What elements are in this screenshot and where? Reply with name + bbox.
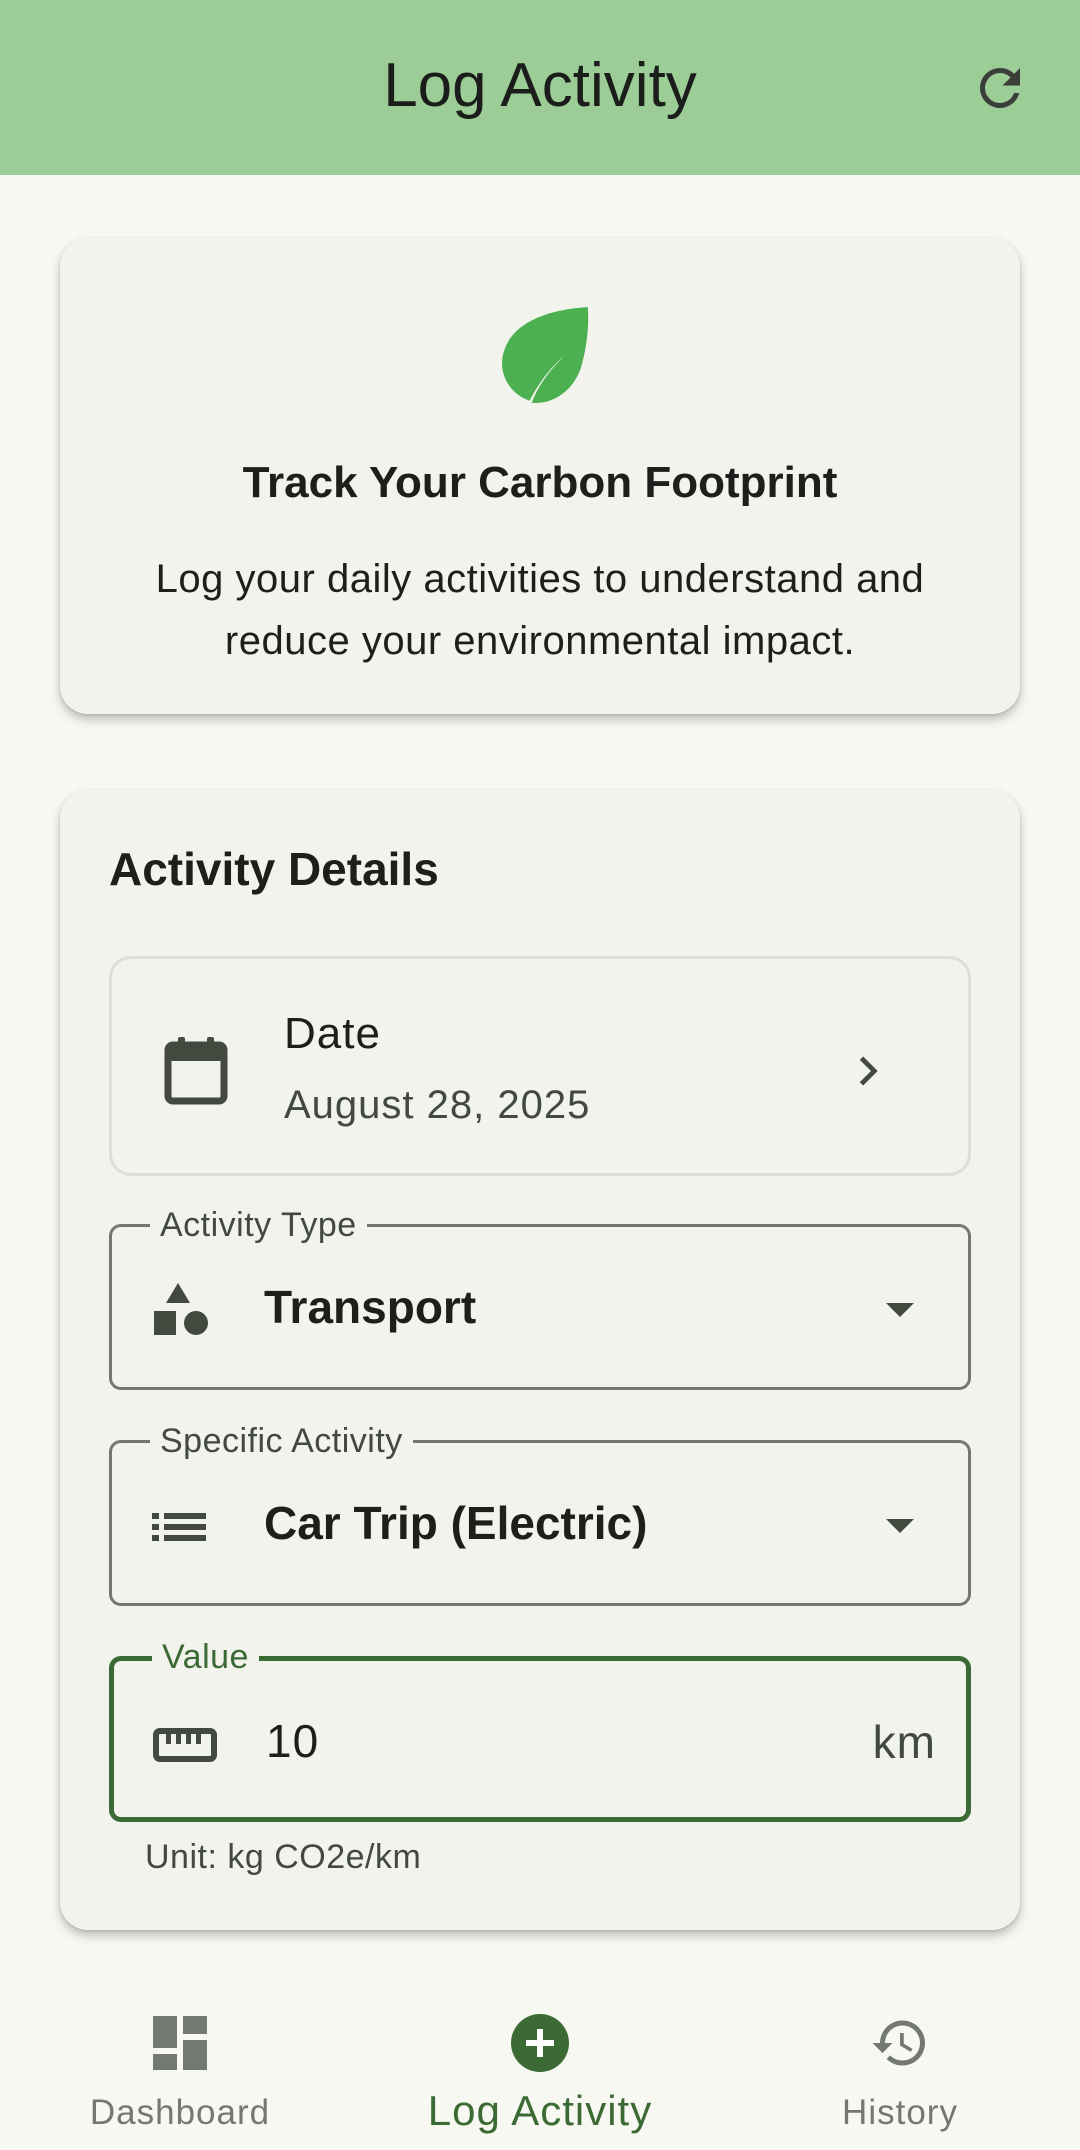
unit-suffix: km xyxy=(872,1716,936,1768)
ruler-icon xyxy=(152,1715,217,1775)
intro-description: Log your daily activities to understand … xyxy=(155,557,925,663)
page-title: Log Activity xyxy=(383,51,697,120)
specific-activity-value: Car Trip (Electric) xyxy=(264,1497,648,1549)
app-bar: Log Activity xyxy=(0,0,1080,175)
add-circle-icon xyxy=(510,2013,570,2073)
intro-card: Track Your Carbon Footprint Log your dai… xyxy=(60,238,1020,714)
leaf-icon xyxy=(488,303,592,407)
nav-item-history[interactable]: History xyxy=(720,1985,1080,2150)
nav-label-history: History xyxy=(842,2093,958,2132)
activity-details-card: Activity Details Date August 28, 2025 Ac… xyxy=(60,790,1020,1930)
value-input[interactable]: Value 10 km xyxy=(109,1637,971,1822)
value-label: Value xyxy=(152,1637,259,1677)
dashboard-icon xyxy=(150,2013,210,2073)
date-picker-tile[interactable]: Date August 28, 2025 xyxy=(109,956,971,1176)
specific-activity-label: Specific Activity xyxy=(150,1421,413,1461)
activity-type-label: Activity Type xyxy=(150,1205,367,1245)
nav-label-dashboard: Dashboard xyxy=(89,2093,271,2132)
date-label: Date xyxy=(284,1009,381,1058)
date-value: August 28, 2025 xyxy=(284,1083,591,1127)
dropdown-arrow-icon xyxy=(882,1297,918,1321)
dropdown-arrow-icon xyxy=(882,1513,918,1537)
intro-title: Track Your Carbon Footprint xyxy=(242,458,838,507)
helper-text: Unit: kg CO2e/km xyxy=(145,1838,422,1876)
nav-label-log-activity: Log Activity xyxy=(427,2087,653,2134)
refresh-icon[interactable] xyxy=(970,58,1030,118)
activity-type-dropdown[interactable]: Activity Type Transport xyxy=(109,1205,971,1390)
history-icon xyxy=(870,2013,930,2073)
section-title: Activity Details xyxy=(109,843,439,895)
bottom-navigation: Dashboard Log Activity History xyxy=(0,1985,1080,2150)
list-icon xyxy=(150,1497,210,1557)
activity-type-value: Transport xyxy=(264,1281,477,1333)
nav-item-dashboard[interactable]: Dashboard xyxy=(0,1985,360,2150)
nav-item-log-activity[interactable]: Log Activity xyxy=(360,1985,720,2150)
calendar-icon xyxy=(164,1035,228,1105)
chevron-right-icon xyxy=(845,1049,889,1093)
value-input-text: 10 xyxy=(266,1715,320,1767)
category-icon xyxy=(150,1281,210,1341)
specific-activity-dropdown[interactable]: Specific Activity Car Trip (Electric) xyxy=(109,1421,971,1606)
